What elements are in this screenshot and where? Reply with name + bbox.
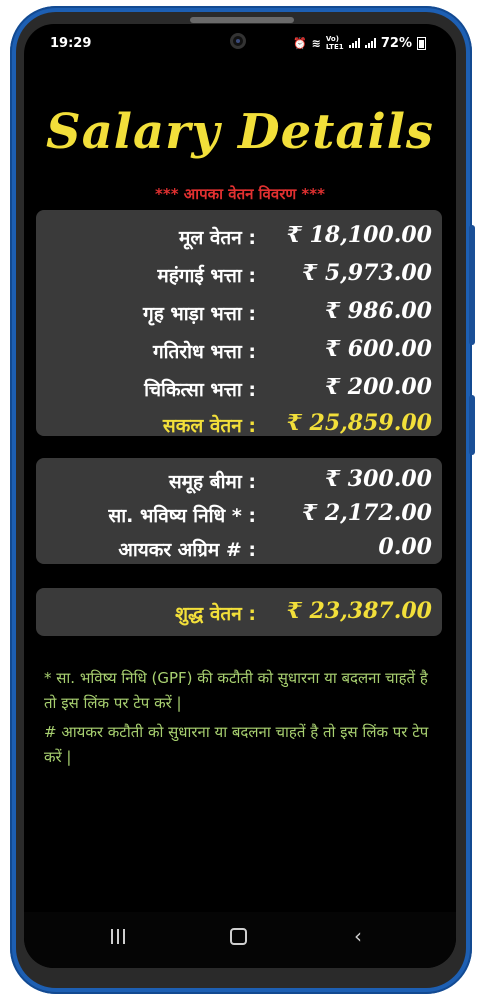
deduction-row-gis: समूह बीमा : ₹ 300.00 <box>36 462 442 496</box>
deduction-value: 0.00 <box>378 534 432 560</box>
deduction-label: आयकर अग्रिम # : <box>118 539 256 561</box>
signal-icon-2 <box>364 38 376 48</box>
navigation-bar: ‹ <box>24 912 456 968</box>
gross-salary-label: सकल वेतन : <box>162 415 256 437</box>
deduction-row-income-tax: आयकर अग्रिम # : 0.00 <box>36 530 442 564</box>
deduction-value: ₹ 2,172.00 <box>301 500 432 526</box>
earning-label: महंगाई भत्ता : <box>157 265 256 287</box>
battery-percent: 72% <box>380 35 412 51</box>
alarm-icon: ⏰ <box>292 36 307 50</box>
phone-screen: 19:29 ⏰ ≋ Vo) LTE1 72% Salary Details **… <box>24 24 456 968</box>
page-subtitle: *** आपका वेतन विवरण *** <box>155 185 325 203</box>
home-icon <box>229 928 247 945</box>
network-type-label: Vo) LTE1 <box>325 35 344 51</box>
deduction-label: सा. भविष्य निधि * : <box>108 505 256 527</box>
deduction-label: समूह बीमा : <box>168 471 256 493</box>
gpf-edit-link[interactable]: * सा. भविष्य निधि (GPF) की कटौती को सुधा… <box>44 666 436 716</box>
gross-salary-value: ₹ 25,859.00 <box>286 410 432 436</box>
income-tax-edit-link[interactable]: # आयकर कटौती को सुधारना या बदलना चाहतें … <box>44 720 436 770</box>
net-salary-card: शुद्ध वेतन : ₹ 23,387.00 <box>36 588 442 636</box>
net-salary-label: शुद्ध वेतन : <box>175 603 256 625</box>
status-bar: 19:29 ⏰ ≋ Vo) LTE1 72% <box>24 24 456 64</box>
earning-value: ₹ 986.00 <box>324 298 432 324</box>
volume-button <box>469 225 475 345</box>
status-time: 19:29 <box>50 36 92 51</box>
net-salary-value: ₹ 23,387.00 <box>286 598 432 624</box>
earning-value: ₹ 200.00 <box>324 374 432 400</box>
battery-icon <box>417 36 426 50</box>
home-button[interactable] <box>218 924 258 950</box>
notes-section: * सा. भविष्य निधि (GPF) की कटौती को सुधा… <box>44 666 436 774</box>
deductions-card: समूह बीमा : ₹ 300.00 सा. भविष्य निधि * :… <box>36 458 442 564</box>
deduction-value: ₹ 300.00 <box>324 466 432 492</box>
earning-label: मूल वेतन : <box>178 227 256 249</box>
recents-button[interactable] <box>98 924 138 949</box>
status-icons: ⏰ ≋ Vo) LTE1 72% <box>293 35 426 51</box>
back-button[interactable]: ‹ <box>338 924 378 948</box>
back-icon: ‹ <box>354 924 362 948</box>
earning-label: गृह भाड़ा भत्ता : <box>143 303 256 325</box>
earning-value: ₹ 18,100.00 <box>286 222 432 248</box>
gross-salary-row: सकल वेतन : ₹ 25,859.00 <box>36 406 442 440</box>
net-salary-row: शुद्ध वेतन : ₹ 23,387.00 <box>36 594 442 628</box>
earpiece-speaker <box>190 17 294 23</box>
earnings-card: मूल वेतन : ₹ 18,100.00 महंगाई भत्ता : ₹ … <box>36 210 442 437</box>
earning-row-basic: मूल वेतन : ₹ 18,100.00 <box>36 218 442 252</box>
earning-label: चिकित्सा भत्ता : <box>144 379 256 401</box>
earning-label: गतिरोध भत्ता : <box>152 341 256 363</box>
page-title: Salary Details <box>46 104 434 160</box>
deduction-row-gpf: सा. भविष्य निधि * : ₹ 2,172.00 <box>36 496 442 530</box>
earning-value: ₹ 600.00 <box>324 336 432 362</box>
earning-row-da: महंगाई भत्ता : ₹ 5,973.00 <box>36 256 442 290</box>
front-camera <box>230 33 246 49</box>
earning-value: ₹ 5,973.00 <box>301 260 432 286</box>
earning-row-medical: चिकित्सा भत्ता : ₹ 200.00 <box>36 370 442 404</box>
earning-row-stagnation: गतिरोध भत्ता : ₹ 600.00 <box>36 332 442 366</box>
wifi-icon: ≋ <box>311 36 321 50</box>
recents-icon <box>111 929 125 944</box>
signal-icon <box>348 38 360 48</box>
earning-row-hra: गृह भाड़ा भत्ता : ₹ 986.00 <box>36 294 442 328</box>
power-button <box>469 395 475 455</box>
